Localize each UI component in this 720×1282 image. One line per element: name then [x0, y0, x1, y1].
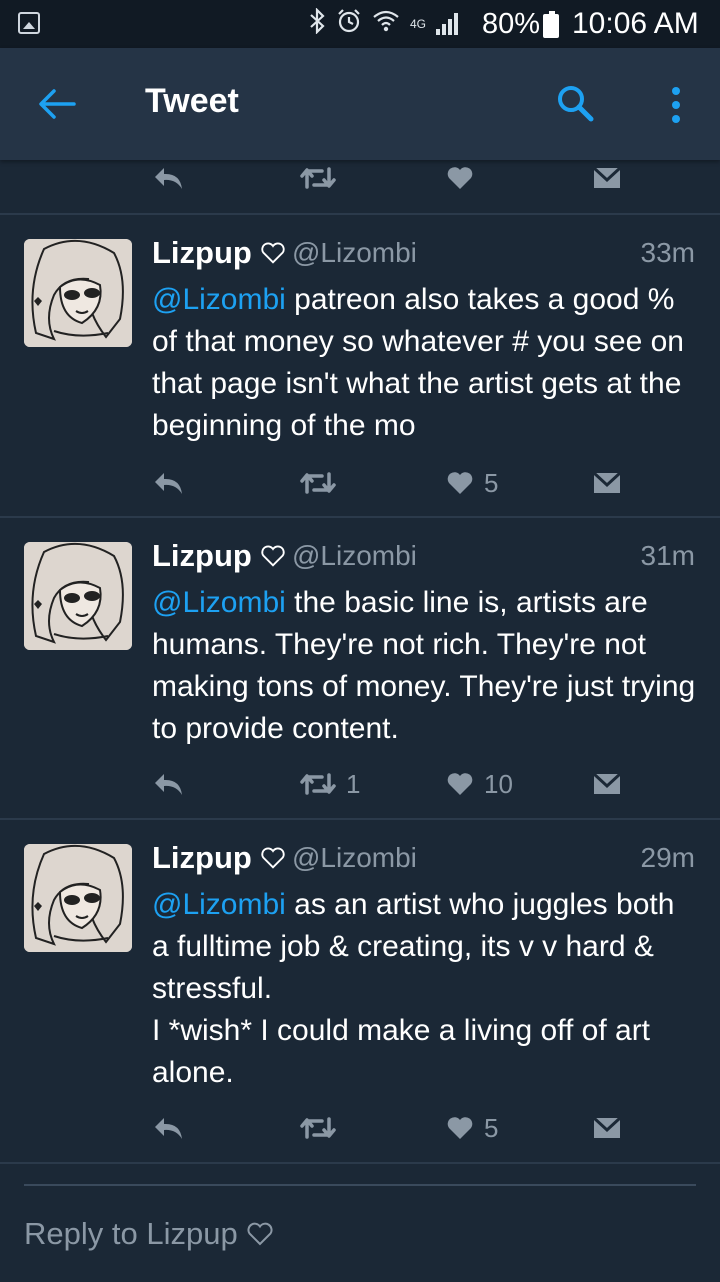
user-name[interactable]: Lizpup — [152, 538, 286, 574]
like-count: 10 — [484, 768, 513, 799]
tweet-text: @Lizombi as an artist who juggles both a… — [152, 884, 697, 1094]
like-button[interactable] — [446, 160, 474, 196]
like-icon — [447, 1117, 473, 1139]
reply-icon — [155, 774, 182, 795]
app-bar: Tweet — [0, 48, 720, 160]
reply-icon — [155, 168, 182, 189]
bluetooth-icon — [308, 7, 326, 40]
direct-message-button[interactable] — [592, 766, 622, 802]
avatar[interactable] — [24, 844, 132, 952]
user-name[interactable]: Lizpup — [152, 235, 286, 271]
tweet-item[interactable]: Lizpup @Lizombi 29m @Lizombi as an artis… — [0, 820, 720, 1162]
direct-message-button[interactable] — [592, 465, 622, 501]
display-name: Lizpup — [152, 538, 252, 573]
status-bar: 4G 80% 10:06 AM — [0, 0, 720, 48]
user-handle[interactable]: @Lizombi — [292, 540, 417, 572]
retweet-button[interactable] — [300, 1110, 346, 1146]
retweet-button[interactable] — [300, 160, 336, 196]
reply-input[interactable]: Reply to Lizpup — [24, 1216, 274, 1252]
tweet-actions: 5 — [152, 465, 632, 501]
heart-outline-icon — [261, 545, 285, 567]
like-icon — [447, 472, 473, 494]
retweet-icon — [300, 472, 336, 494]
tweet-timestamp: 31m — [640, 540, 695, 571]
reply-icon — [155, 473, 182, 494]
tweet-text: @Lizombi patreon also takes a good % of … — [152, 279, 697, 447]
tweet-actions — [152, 160, 632, 196]
direct-message-icon — [592, 166, 622, 188]
network-type: 4G — [409, 17, 426, 31]
like-icon — [447, 167, 473, 189]
mention-link[interactable]: @Lizombi — [152, 586, 286, 619]
heart-outline-icon — [261, 847, 285, 869]
direct-message-icon — [592, 471, 622, 493]
like-button[interactable]: 10 — [446, 766, 513, 802]
signal-icon — [436, 13, 458, 35]
avatar[interactable] — [24, 542, 132, 650]
direct-message-icon — [592, 772, 622, 794]
back-arrow-icon[interactable] — [38, 88, 76, 120]
mention-link[interactable]: @Lizombi — [152, 888, 286, 921]
heart-outline-icon — [261, 242, 285, 264]
gallery-icon — [18, 12, 40, 34]
retweet-icon — [300, 1117, 336, 1139]
avatar[interactable] — [24, 239, 132, 347]
clock: 10:06 AM — [572, 7, 699, 40]
direct-message-button[interactable] — [592, 1110, 622, 1146]
retweet-button[interactable] — [300, 465, 346, 501]
user-name[interactable]: Lizpup — [152, 840, 286, 876]
heart-outline-icon — [247, 1222, 273, 1246]
user-handle[interactable]: @Lizombi — [292, 237, 417, 269]
like-icon — [447, 773, 473, 795]
tweet-actions: 1 10 — [152, 766, 632, 802]
retweet-icon — [300, 773, 336, 795]
alarm-icon — [336, 8, 362, 40]
more-vert-icon[interactable] — [666, 85, 686, 125]
tweet-item[interactable]: Lizpup @Lizombi 31m @Lizombi the basic l… — [0, 518, 720, 818]
like-button[interactable]: 5 — [446, 465, 498, 501]
direct-message-button[interactable] — [592, 160, 622, 196]
battery-icon — [543, 11, 559, 38]
direct-message-icon — [592, 1116, 622, 1138]
status-icons: 4G — [308, 7, 458, 40]
tweet-item[interactable]: Lizpup @Lizombi 33m @Lizombi patreon als… — [0, 215, 720, 516]
retweet-icon — [300, 167, 336, 189]
reply-placeholder: Reply to Lizpup — [24, 1216, 238, 1251]
display-name: Lizpup — [152, 235, 252, 270]
reply-composer[interactable]: Reply to Lizpup — [24, 1184, 696, 1282]
divider — [0, 1162, 720, 1164]
like-count: 5 — [484, 467, 499, 498]
page-title: Tweet — [145, 82, 239, 120]
display-name: Lizpup — [152, 840, 252, 875]
wifi-icon — [372, 9, 400, 39]
mention-link[interactable]: @Lizombi — [152, 283, 286, 316]
like-button[interactable]: 5 — [446, 1110, 498, 1146]
retweet-count: 1 — [346, 768, 361, 799]
tweet-actions: 5 — [152, 1110, 632, 1146]
tweet-timestamp: 33m — [640, 237, 695, 268]
user-handle[interactable]: @Lizombi — [292, 842, 417, 874]
tweet-text: @Lizombi the basic line is, artists are … — [152, 582, 697, 750]
retweet-button[interactable]: 1 — [300, 766, 360, 802]
search-icon[interactable] — [556, 84, 594, 122]
reply-button[interactable] — [152, 465, 184, 501]
like-count: 5 — [484, 1112, 499, 1143]
battery-percent: 80% — [482, 8, 541, 40]
reply-icon — [155, 1118, 182, 1139]
tweet-timestamp: 29m — [640, 842, 695, 873]
reply-button[interactable] — [152, 766, 184, 802]
reply-button[interactable] — [152, 160, 184, 196]
reply-button[interactable] — [152, 1110, 184, 1146]
